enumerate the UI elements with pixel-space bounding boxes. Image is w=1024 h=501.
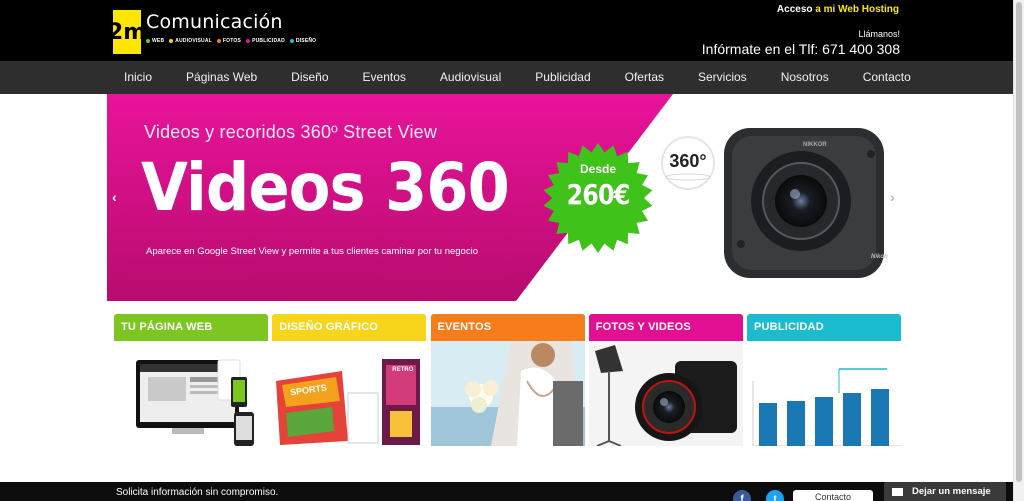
logo-text: Comunicación WEB AUDIOVISUAL FOTOS PUBLI…	[146, 10, 316, 44]
nav-item-servicios[interactable]: Servicios	[681, 61, 764, 94]
slider-next-icon[interactable]: ›	[890, 189, 895, 205]
wedding-image	[430, 341, 585, 446]
camera-brand-bottom: Nikon	[871, 254, 888, 260]
camera-360-image	[724, 128, 884, 278]
nav-item-contacto[interactable]: Contacto	[846, 61, 928, 94]
card-heading: FOTOS Y VIDEOS	[588, 314, 743, 341]
web-devices-image	[114, 341, 268, 446]
card-fotos-videos[interactable]: FOTOS Y VIDEOS	[588, 314, 743, 446]
card-heading: DISEÑO GRÁFICO	[272, 314, 427, 341]
slider-prev-icon[interactable]: ‹	[112, 189, 117, 205]
nav-item-diseno[interactable]: Diseño	[274, 61, 345, 94]
nav-item-inicio[interactable]: Inicio	[107, 61, 169, 94]
card-heading: EVENTOS	[430, 314, 585, 341]
page: 2m Comunicación WEB AUDIOVISUAL FOTOS PU…	[0, 0, 1024, 501]
logo-tag-diseno: DISEÑO	[289, 38, 316, 44]
nav-item-eventos[interactable]: Eventos	[346, 61, 423, 94]
hosting-access: Acceso a mi Web Hosting	[777, 4, 899, 15]
main-nav: Inicio Páginas Web Diseño Eventos Audiov…	[0, 61, 1013, 94]
camera-360-label: 360°	[669, 151, 707, 171]
facebook-icon[interactable]: f	[733, 490, 751, 501]
logo-tag-web: WEB	[146, 38, 164, 44]
card-eventos[interactable]: EVENTOS	[430, 314, 585, 446]
nav-item-publicidad[interactable]: Publicidad	[518, 61, 607, 94]
card-heading: PUBLICIDAD	[747, 314, 901, 341]
nav-item-nosotros[interactable]: Nosotros	[764, 61, 846, 94]
badge-price: 260€	[566, 178, 631, 211]
nav-item-paginas-web[interactable]: Páginas Web	[169, 61, 274, 94]
logo-tagline: WEB AUDIOVISUAL FOTOS PUBLICIDAD DISEÑO	[146, 38, 316, 44]
camera-360-badge: 360°	[658, 133, 718, 193]
card-publicidad[interactable]: PUBLICIDAD	[747, 314, 901, 446]
service-cards: TU PÁGINA WEB DISEÑO GRÁFICO SPORTS RETR…	[114, 314, 901, 446]
price-badge: Desde 260€	[542, 142, 654, 254]
nav-item-audiovisual[interactable]: Audiovisual	[423, 61, 518, 94]
leave-message-label: Dejar un mensaje	[912, 486, 991, 497]
hero-description: Aparece en Google Street View y permite …	[146, 246, 478, 257]
card-heading: TU PÁGINA WEB	[114, 314, 268, 341]
page-scrollbar[interactable]	[1013, 0, 1024, 501]
request-info-text: Solicita información sin compromiso.	[116, 487, 279, 498]
nav-item-ofertas[interactable]: Ofertas	[608, 61, 681, 94]
graphic-design-image: SPORTS RETRO	[272, 341, 427, 446]
camera-brand-top: NIKKOR	[803, 142, 827, 148]
logo-tag-audiovisual: AUDIOVISUAL	[169, 38, 212, 44]
camera-image	[588, 341, 743, 446]
badge-from: Desde	[579, 162, 617, 176]
site-header: 2m Comunicación WEB AUDIOVISUAL FOTOS PU…	[0, 0, 1013, 61]
bar-chart-image	[747, 341, 901, 446]
card-diseno-grafico[interactable]: DISEÑO GRÁFICO SPORTS RETRO	[272, 314, 427, 446]
call-label: Llámanos!	[858, 29, 900, 39]
logo-name: Comunicación	[146, 11, 283, 33]
logo-tag-publicidad: PUBLICIDAD	[246, 38, 285, 44]
scrollbar-thumb[interactable]	[1016, 2, 1022, 482]
hosting-access-prefix: Acceso	[776, 4, 816, 15]
hero-slider[interactable]: Videos y recoridos 360º Street View Vide…	[107, 94, 906, 301]
design-sample-retro: RETRO	[392, 367, 414, 373]
hosting-access-link[interactable]: a mi Web Hosting	[815, 4, 899, 15]
card-pagina-web[interactable]: TU PÁGINA WEB	[114, 314, 268, 446]
site-logo[interactable]: 2m Comunicación WEB AUDIOVISUAL FOTOS PU…	[108, 10, 316, 54]
hero-title: Videos 360	[141, 149, 510, 226]
envelope-icon	[892, 487, 903, 496]
twitter-icon[interactable]: t	[766, 490, 784, 501]
leave-message-button[interactable]: Dejar un mensaje	[884, 482, 1006, 501]
logo-mark: 2m	[108, 10, 146, 54]
phone-number[interactable]: Infórmate en el Tlf: 671 400 308	[702, 41, 900, 57]
hero-subtitle: Videos y recoridos 360º Street View	[144, 122, 438, 142]
logo-tag-fotos: FOTOS	[216, 38, 241, 44]
contact-button[interactable]: Contacto	[793, 490, 873, 501]
